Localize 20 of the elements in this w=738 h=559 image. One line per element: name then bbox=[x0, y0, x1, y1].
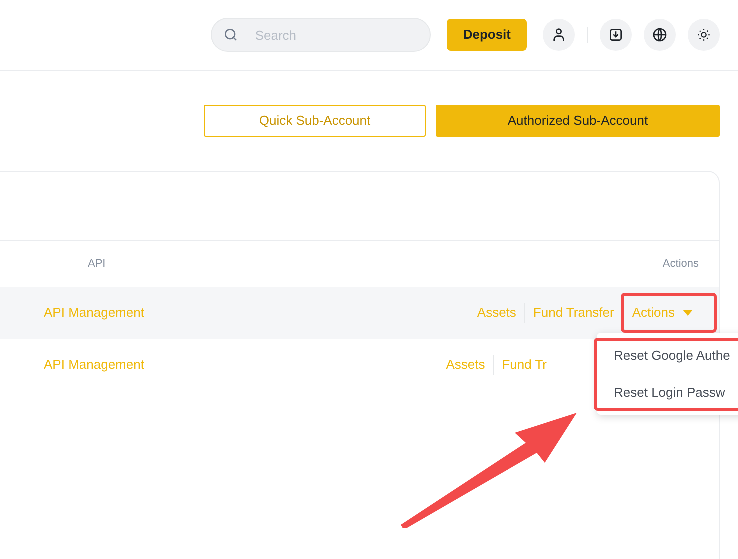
action-link[interactable]: Fund Transfer bbox=[524, 303, 614, 323]
api-management-link[interactable]: API Management bbox=[44, 355, 144, 375]
column-header: Actions bbox=[662, 256, 699, 272]
sun-icon[interactable] bbox=[688, 19, 720, 51]
menu-item[interactable]: Reset Login Passw bbox=[597, 374, 738, 411]
api-management-link[interactable]: API Management bbox=[44, 303, 144, 323]
globe-icon[interactable] bbox=[644, 19, 676, 51]
deposit-button[interactable]: Deposit bbox=[447, 19, 527, 51]
caret-icon bbox=[683, 310, 693, 316]
action-link[interactable]: Assets bbox=[446, 355, 486, 375]
sub-account-button[interactable]: Quick Sub-Account bbox=[204, 105, 426, 137]
user-icon[interactable] bbox=[543, 19, 575, 51]
sub-account-button[interactable]: Authorized Sub-Account bbox=[436, 105, 720, 137]
column-header: API bbox=[88, 256, 106, 272]
search-icon bbox=[223, 27, 240, 43]
search-field[interactable]: Search bbox=[211, 18, 432, 52]
action-link[interactable]: Fund Tr bbox=[493, 355, 547, 375]
action-link[interactable]: Assets bbox=[477, 303, 516, 323]
download-icon[interactable] bbox=[600, 19, 632, 51]
actions-dropdown-button[interactable]: Actions bbox=[628, 303, 697, 323]
